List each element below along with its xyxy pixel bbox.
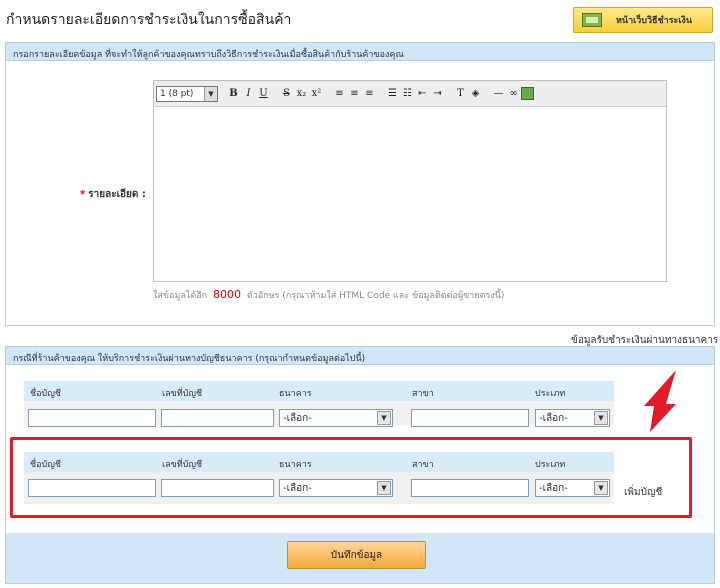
link-icon[interactable]: ∞ [506,86,521,102]
char-remaining-info: ใส่ข้อมูลได้อีก 8000 ตัวอักษร (กรุณาห้าม… [153,288,504,302]
details-label-text: รายละเอียด : [88,189,146,200]
char-count: 8000 [213,288,241,301]
details-panel: กรอกรายละเอียดข้อมูล ที่จะทำให้ลูกค้าของ… [5,42,715,326]
chevron-down-icon: ▼ [594,411,608,425]
italic-icon[interactable]: I [241,86,256,102]
highlight-box [10,437,692,518]
bold-icon[interactable]: B [226,86,241,102]
outdent-icon[interactable]: ⇤ [415,86,430,102]
page-title: กำหนดรายละเอียดการชำระเงินในการซื้อสินค้… [6,12,292,28]
payment-page-button[interactable]: หน้าเว็บวิธีชำระเงิน [573,7,713,33]
arrow-shape [644,370,676,432]
indent-icon[interactable]: ⇥ [430,86,445,102]
superscript-icon[interactable]: x² [309,86,324,102]
payment-page-label: หน้าเว็บวิธีชำระเงิน [616,16,692,26]
background-color-icon[interactable]: ◈ [468,86,483,102]
chevron-down-icon: ▼ [377,411,391,425]
align-center-icon[interactable]: ≡ [347,86,362,102]
horizontal-rule-icon[interactable]: — [491,86,506,102]
char-info-prefix: ใส่ข้อมูลได้อีก [153,291,208,301]
font-size-value: 1 (8 pt) [160,88,194,99]
bank-select-value: -เลือก- [283,412,312,424]
align-right-icon[interactable]: ≡ [362,86,377,102]
toolbar-divider [377,86,385,102]
payment-page-icon [582,13,602,27]
underline-icon[interactable]: U [256,86,271,102]
unordered-list-icon[interactable]: ☷ [400,86,415,102]
account-input-row: -เลือก- ▼ -เลือก- ▼ [24,401,614,427]
editor-text-area[interactable] [154,107,666,282]
col-account-name: ชื่อบัญชี [30,389,62,399]
char-info-suffix: ตัวอักษร (กรุณาห้ามใส่ HTML Code และ ข้อ… [246,291,505,301]
col-branch: สาขา [412,389,434,399]
branch-input[interactable] [411,409,529,427]
account-header-row: ชื่อบัญชี เลขที่บัญชี ธนาคาร สาขา ประเภท [24,381,614,401]
strikethrough-icon[interactable]: S [279,86,294,102]
col-bank: ธนาคาร [279,389,312,399]
chevron-down-icon: ▼ [204,86,217,101]
subscript-icon[interactable]: x₂ [294,86,309,102]
col-type: ประเภท [535,389,566,399]
details-label: * รายละเอียด : [80,187,146,202]
save-button[interactable]: บันทึกข้อมูล [287,541,426,569]
toolbar-divider [445,86,453,102]
type-select-value: -เลือก- [539,412,568,424]
rich-text-editor: 1 (8 pt) ▼ B I U S x₂ x² ≡ ≡ ≡ ☰ ☷ ⇤ ⇥ T… [153,80,667,282]
account-number-input[interactable] [161,409,274,427]
type-select[interactable]: -เลือก- ▼ [535,409,610,427]
red-arrow-icon [644,370,676,432]
account-name-input[interactable] [28,409,156,427]
col-account-number: เลขที่บัญชี [162,389,203,399]
details-panel-header: กรอกรายละเอียดข้อมูล ที่จะทำให้ลูกค้าของ… [6,43,714,61]
toolbar-divider [483,86,491,102]
bank-select[interactable]: -เลือก- ▼ [279,409,393,427]
image-icon[interactable] [521,87,534,100]
font-size-select[interactable]: 1 (8 pt) ▼ [156,85,218,102]
toolbar-divider [271,86,279,102]
bank-panel-header: กรณีที่ร้านค้าของคุณ ให้บริการชำระเงินผ่… [6,347,714,365]
editor-toolbar: 1 (8 pt) ▼ B I U S x₂ x² ≡ ≡ ≡ ☰ ☷ ⇤ ⇥ T… [154,81,666,107]
text-color-icon[interactable]: T [453,86,468,102]
align-left-icon[interactable]: ≡ [332,86,347,102]
ordered-list-icon[interactable]: ☰ [385,86,400,102]
required-mark: * [80,189,86,200]
toolbar-divider [324,86,332,102]
